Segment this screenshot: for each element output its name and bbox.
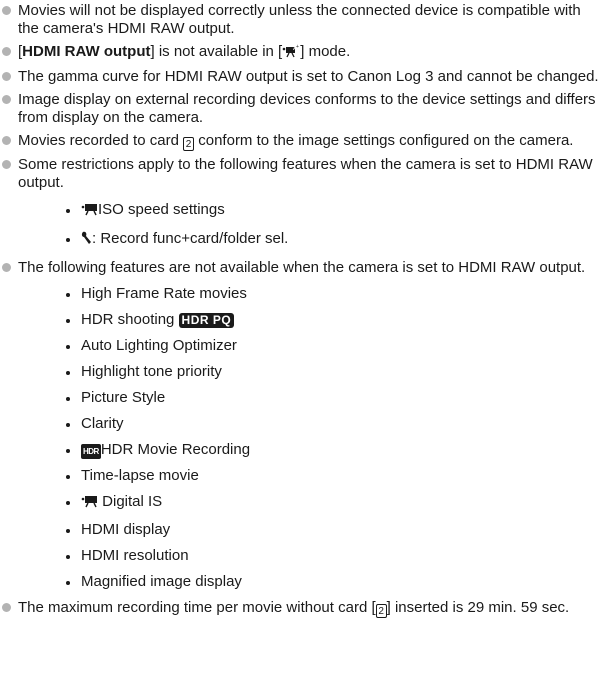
list-item: HDR HDR Movie Recording bbox=[18, 441, 605, 459]
list-item: Clarity bbox=[18, 415, 605, 433]
restricted-features-list: ISO speed settings : Record func+card/fo… bbox=[18, 201, 605, 250]
list-item: : Record func+card/folder sel. bbox=[18, 230, 605, 250]
sub-bullet-icon bbox=[66, 238, 70, 242]
movie-auto-icon: A + bbox=[282, 44, 300, 63]
sub-bullet-icon bbox=[66, 501, 70, 505]
list-item: Time-lapse movie bbox=[18, 467, 605, 485]
list-item: Magnified image display bbox=[18, 573, 605, 591]
bullet-dot-icon bbox=[2, 6, 11, 15]
card-slot-icon: 2 bbox=[375, 604, 387, 618]
note-5: Movies recorded to card 2 conform to the… bbox=[0, 132, 605, 151]
note-2: [HDMI RAW output] is not available in [A… bbox=[0, 43, 605, 63]
sub-bullet-icon bbox=[66, 293, 70, 297]
note-3: The gamma curve for HDMI RAW output is s… bbox=[0, 68, 605, 86]
list-item: HDMI display bbox=[18, 521, 605, 539]
bullet-dot-icon bbox=[2, 136, 11, 145]
list-item: HDMI resolution bbox=[18, 547, 605, 565]
note-8: The maximum recording time per movie wit… bbox=[0, 599, 605, 618]
list-item: High Frame Rate movies bbox=[18, 285, 605, 303]
movie-camera-icon bbox=[81, 203, 98, 221]
list-item: HDR shooting HDR PQ bbox=[18, 311, 605, 329]
bullet-dot-icon bbox=[2, 95, 11, 104]
card-slot-icon: 2 bbox=[183, 137, 195, 151]
sub-bullet-icon bbox=[66, 209, 70, 213]
manual-page: Movies will not be displayed correctly u… bbox=[0, 0, 605, 681]
sub-bullet-icon bbox=[66, 529, 70, 533]
sub-bullet-icon bbox=[66, 475, 70, 479]
sub-bullet-icon bbox=[66, 371, 70, 375]
note-1: Movies will not be displayed correctly u… bbox=[0, 2, 605, 38]
hdr-pq-icon: HDR PQ bbox=[178, 313, 235, 328]
bullet-dot-icon bbox=[2, 603, 11, 612]
menu-name-hdmi-raw-output: HDMI RAW output bbox=[22, 43, 151, 60]
list-item: Auto Lighting Optimizer bbox=[18, 337, 605, 355]
sub-bullet-icon bbox=[66, 423, 70, 427]
list-item: Picture Style bbox=[18, 389, 605, 407]
bullet-dot-icon bbox=[2, 72, 11, 81]
bullet-dot-icon bbox=[2, 160, 11, 169]
list-item: ISO speed settings bbox=[18, 201, 605, 221]
sub-bullet-icon bbox=[66, 319, 70, 323]
wrench-icon bbox=[81, 231, 92, 250]
sub-bullet-icon bbox=[66, 555, 70, 559]
sub-bullet-icon bbox=[66, 345, 70, 349]
note-6: Some restrictions apply to the following… bbox=[0, 156, 605, 250]
sub-bullet-icon bbox=[66, 581, 70, 585]
sub-bullet-icon bbox=[66, 449, 70, 453]
list-item: Digital IS bbox=[18, 493, 605, 513]
unavailable-features-list: High Frame Rate movies HDR shooting HDR … bbox=[18, 285, 605, 591]
bullet-dot-icon bbox=[2, 263, 11, 272]
note-text: Movies will not be displayed correctly u… bbox=[18, 2, 581, 37]
note-4: Image display on external recording devi… bbox=[0, 91, 605, 127]
bullet-dot-icon bbox=[2, 47, 11, 56]
movie-camera-icon bbox=[81, 495, 98, 513]
list-item: Highlight tone priority bbox=[18, 363, 605, 381]
hdr-movie-icon: HDR bbox=[81, 444, 101, 459]
svg-text:+: + bbox=[296, 44, 299, 50]
note-7: The following features are not available… bbox=[0, 259, 605, 591]
sub-bullet-icon bbox=[66, 397, 70, 401]
